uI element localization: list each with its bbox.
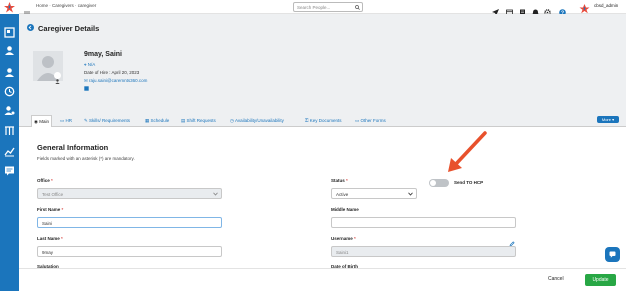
- dashboard-icon[interactable]: [4, 27, 15, 38]
- section-title: General Information: [37, 143, 109, 152]
- general-information-form: General Information Fields marked with a…: [19, 127, 626, 291]
- navigation-icon[interactable]: [492, 3, 499, 16]
- breadcrumb[interactable]: Home · Caregivers · caregiver: [36, 3, 96, 8]
- form-footer: Cancel Update: [19, 268, 626, 291]
- tab-hr[interactable]: ▭ HR: [58, 115, 74, 127]
- last-name-label: Last Name *: [37, 236, 63, 241]
- help-icon[interactable]: ?: [559, 3, 566, 16]
- send-to-hcp-toggle[interactable]: [429, 179, 449, 187]
- mandatory-note: Fields marked with an asterisk (*) are m…: [37, 156, 135, 161]
- update-button[interactable]: Update: [585, 274, 616, 286]
- billing-icon[interactable]: [4, 125, 15, 136]
- tab-shift-requests[interactable]: ▤ Shift Requests: [179, 115, 218, 127]
- chat-button[interactable]: [605, 247, 620, 262]
- send-to-hcp-label: Send TO HCP: [454, 180, 484, 185]
- user-avatar[interactable]: [579, 1, 590, 14]
- username-field[interactable]: Saini1: [331, 246, 516, 257]
- messages-icon[interactable]: [4, 165, 15, 176]
- wrench-icon: ✎: [84, 118, 88, 123]
- username-label[interactable]: cbsd_admin: [594, 3, 618, 8]
- username-label: Username *: [331, 236, 356, 241]
- first-name-field[interactable]: Saini: [37, 217, 222, 228]
- sidebar: [0, 0, 19, 291]
- status-select[interactable]: Active: [331, 188, 417, 199]
- menu-icon[interactable]: [24, 4, 30, 17]
- annotation-arrow: [448, 131, 487, 172]
- document-icon[interactable]: [519, 3, 526, 16]
- last-name-field[interactable]: 9may: [37, 246, 222, 257]
- folder-icon: ▭: [355, 118, 360, 123]
- tab-availability[interactable]: ◷ Availability/Unavailability: [228, 115, 286, 127]
- search-placeholder: Search People...: [297, 5, 331, 10]
- date-of-hire: Date of Hire : April 20, 2023: [84, 70, 140, 75]
- chevron-down-icon: [213, 192, 218, 197]
- search-icon[interactable]: [355, 5, 360, 11]
- caregiver-header: Caregiver Details 9may, Saini ⌖ N/A Date…: [19, 14, 626, 113]
- cancel-button[interactable]: Cancel: [548, 276, 564, 282]
- tab-main[interactable]: ◉ Main: [31, 115, 52, 127]
- tab-skills-requirements[interactable]: ✎ Skills/ Requirements: [82, 115, 132, 127]
- bell-icon[interactable]: [532, 3, 539, 16]
- tab-other-forms[interactable]: ▭ Other Forms: [353, 115, 388, 127]
- more-button[interactable]: More ▾: [597, 116, 619, 123]
- document-icon: ▤: [181, 118, 186, 123]
- caregiver-id: ⌖ N/A: [84, 62, 96, 67]
- chevron-down-icon: [408, 192, 413, 197]
- search-input[interactable]: Search People...: [293, 2, 363, 12]
- folder-icon: ▭: [60, 118, 65, 123]
- reports-icon[interactable]: [4, 146, 15, 157]
- clients-icon[interactable]: [4, 45, 15, 56]
- upload-photo-icon[interactable]: [54, 72, 61, 84]
- calendar-icon[interactable]: [506, 3, 513, 16]
- tab-bar: ◉ Main ▭ HR ✎ Skills/ Requirements ▦ Sch…: [19, 113, 626, 127]
- caregiver-email[interactable]: ✉ raju.saini@caremnts360.com: [84, 78, 147, 84]
- app-logo[interactable]: [0, 0, 19, 14]
- status-label: Status *: [331, 178, 348, 183]
- key-icon: ⚿: [305, 118, 309, 123]
- user-settings-icon[interactable]: [4, 105, 15, 116]
- first-name-label: First Name *: [37, 207, 64, 212]
- back-button[interactable]: [27, 24, 34, 31]
- clock-icon: ◷: [230, 118, 234, 123]
- time-icon[interactable]: [4, 86, 15, 97]
- office-select[interactable]: Test Office: [37, 188, 222, 199]
- tab-schedule[interactable]: ▦ Schedule: [143, 115, 171, 127]
- toggle-knob: [430, 180, 436, 186]
- middle-name-field[interactable]: [331, 217, 516, 228]
- page-title: Caregiver Details: [38, 24, 100, 33]
- message-icon[interactable]: [84, 86, 89, 92]
- middle-name-label: Middle Name: [331, 207, 359, 212]
- user-circle-icon: ◉: [34, 119, 38, 124]
- gear-icon[interactable]: [544, 3, 551, 16]
- caregivers-icon[interactable]: [4, 67, 15, 78]
- office-label: Office *: [37, 178, 53, 183]
- tab-key-documents[interactable]: ⚿ Key Documents: [303, 115, 343, 127]
- caregiver-name: 9may, Saini: [84, 51, 123, 58]
- calendar-icon: ▦: [145, 118, 150, 123]
- top-bar: Home · Caregivers · caregiver Search Peo…: [19, 0, 626, 17]
